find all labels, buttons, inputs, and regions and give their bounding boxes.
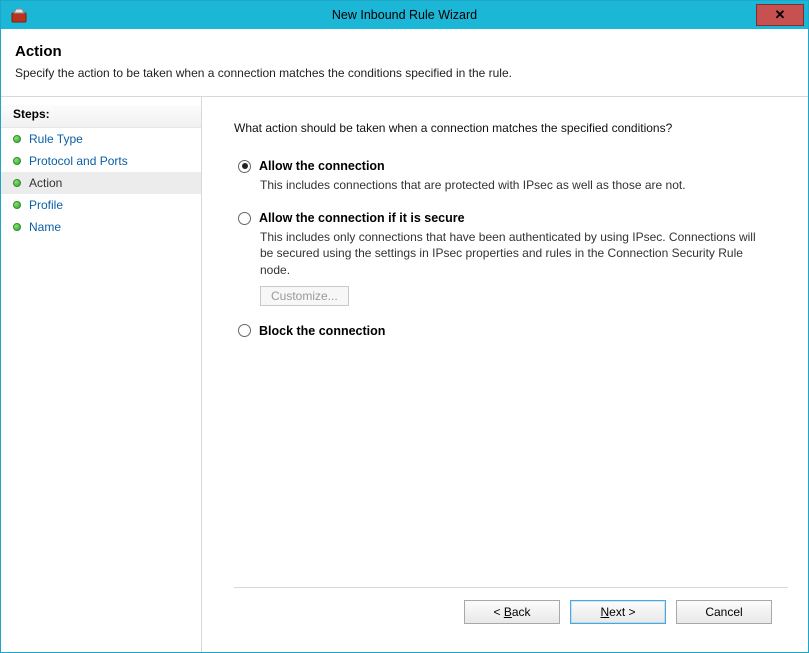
wizard-window: New Inbound Rule Wizard ✕ Action Specify…	[0, 0, 809, 653]
option-allow: Allow the connection This includes conne…	[234, 159, 788, 193]
wizard-footer: < Back Next > Cancel	[234, 587, 788, 640]
wizard-main: What action should be taken when a conne…	[202, 97, 808, 652]
option-label-allow-secure[interactable]: Allow the connection if it is secure	[259, 211, 465, 225]
wizard-header: Action Specify the action to be taken wh…	[1, 29, 808, 97]
step-label: Rule Type	[29, 132, 83, 146]
step-label: Action	[29, 176, 62, 190]
close-button[interactable]: ✕	[756, 4, 804, 26]
spacer	[234, 356, 788, 587]
option-block: Block the connection	[234, 324, 788, 338]
next-button[interactable]: Next >	[570, 600, 666, 624]
radio-block[interactable]	[238, 324, 251, 337]
bullet-icon	[13, 157, 21, 165]
step-label: Protocol and Ports	[29, 154, 128, 168]
close-icon: ✕	[775, 7, 786, 23]
radio-allow[interactable]	[238, 160, 251, 173]
back-button[interactable]: < Back	[464, 600, 560, 624]
bullet-icon	[13, 179, 21, 187]
next-label: Next >	[600, 605, 635, 619]
bullet-icon	[13, 135, 21, 143]
option-desc-allow-secure: This includes only connections that have…	[260, 229, 770, 278]
customize-button: Customize...	[260, 286, 349, 306]
steps-heading: Steps:	[1, 105, 201, 128]
page-subtitle: Specify the action to be taken when a co…	[15, 66, 794, 80]
bullet-icon	[13, 201, 21, 209]
option-label-allow[interactable]: Allow the connection	[259, 159, 385, 173]
option-desc-allow: This includes connections that are prote…	[260, 177, 770, 193]
step-name[interactable]: Name	[1, 216, 201, 238]
window-title: New Inbound Rule Wizard	[1, 8, 808, 22]
step-action[interactable]: Action	[1, 172, 201, 194]
action-prompt: What action should be taken when a conne…	[234, 121, 788, 135]
step-protocol-ports[interactable]: Protocol and Ports	[1, 150, 201, 172]
bullet-icon	[13, 223, 21, 231]
step-rule-type[interactable]: Rule Type	[1, 128, 201, 150]
option-label-block[interactable]: Block the connection	[259, 324, 385, 338]
app-icon	[11, 7, 27, 23]
option-allow-secure: Allow the connection if it is secure Thi…	[234, 211, 788, 306]
step-profile[interactable]: Profile	[1, 194, 201, 216]
titlebar: New Inbound Rule Wizard ✕	[1, 1, 808, 29]
radio-allow-secure[interactable]	[238, 212, 251, 225]
cancel-button[interactable]: Cancel	[676, 600, 772, 624]
step-label: Name	[29, 220, 61, 234]
back-label: < Back	[493, 605, 530, 619]
step-label: Profile	[29, 198, 63, 212]
wizard-body: Steps: Rule Type Protocol and Ports Acti…	[1, 97, 808, 652]
page-title: Action	[15, 43, 794, 60]
steps-sidebar: Steps: Rule Type Protocol and Ports Acti…	[1, 97, 202, 652]
